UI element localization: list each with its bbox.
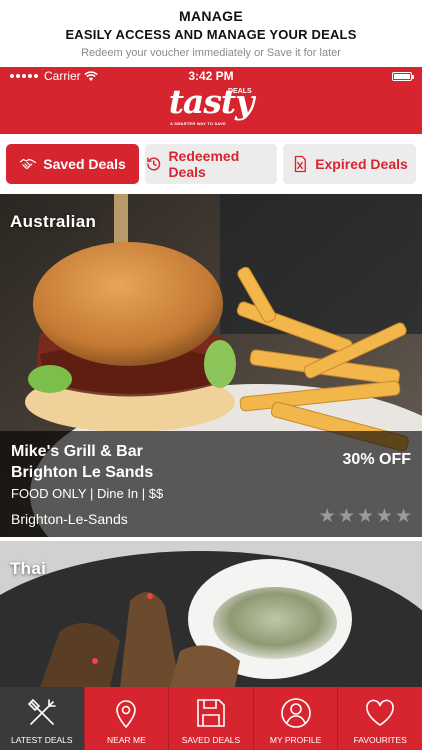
- nav-label: LATEST DEALS: [11, 735, 73, 745]
- tab-saved-deals[interactable]: Saved Deals: [6, 144, 139, 184]
- cuisine-label: Australian: [10, 212, 97, 231]
- tasty-deals-logo[interactable]: tasty DEALS A SMARTER WAY TO SAVE: [0, 85, 422, 127]
- promo-subheading: EASILY ACCESS AND MANAGE YOUR DEALS: [65, 27, 357, 42]
- nav-near-me[interactable]: NEAR ME: [83, 687, 169, 750]
- heart-icon: [366, 699, 394, 726]
- star-icon: ★: [375, 505, 393, 527]
- star-icon: ★: [318, 505, 336, 527]
- star-icon: ★: [394, 505, 412, 527]
- deal-location: Brighton-Le-Sands: [11, 511, 128, 527]
- expired-voucher-icon: [295, 155, 307, 173]
- app-header: Carrier 3:42 PM tasty DEALS A SMARTER WA…: [0, 67, 422, 134]
- tab-label: Expired Deals: [315, 156, 408, 172]
- nav-label: NEAR ME: [107, 735, 146, 745]
- clock: 3:42 PM: [188, 69, 234, 83]
- thai-dish-photo: [0, 541, 422, 687]
- restaurant-name: Mike's Grill & Bar Brighton Le Sands: [11, 441, 153, 483]
- tab-label: Redeemed Deals: [168, 148, 240, 180]
- location-pin-icon: [116, 700, 137, 729]
- nav-favourites[interactable]: FAVOURITES: [337, 687, 422, 750]
- logo-badge: DEALS: [228, 88, 252, 95]
- deal-status-tabs: Saved Deals Redeemed Deals Expired Deals: [6, 144, 416, 184]
- user-icon: [280, 698, 311, 728]
- bottom-navigation: LATEST DEALS NEAR ME SAVED DEALS MY PROF…: [0, 687, 422, 750]
- star-icon: ★: [337, 505, 355, 527]
- logo-tagline: A SMARTER WAY TO SAVE: [170, 121, 226, 126]
- deal-card[interactable]: Thai: [0, 541, 422, 687]
- deal-meta: FOOD ONLY | Dine In | $$: [11, 486, 164, 501]
- nav-saved-deals[interactable]: SAVED DEALS: [168, 687, 253, 750]
- restaurant-name-line2: Brighton Le Sands: [11, 464, 154, 481]
- tab-label: Saved Deals: [43, 156, 126, 172]
- star-rating: ★ ★ ★ ★ ★: [319, 507, 412, 526]
- star-icon: ★: [356, 505, 374, 527]
- deal-card[interactable]: Australian Mike's Grill & Bar Brighton L…: [0, 194, 422, 537]
- promo-heading: MANAGE: [178, 8, 244, 24]
- promo-description: Redeem your voucher immediately or Save …: [81, 47, 341, 59]
- tab-expired-deals[interactable]: Expired Deals: [283, 144, 416, 184]
- floppy-disk-icon: [197, 699, 225, 727]
- nav-label: FAVOURITES: [353, 735, 407, 745]
- history-icon: [147, 157, 161, 171]
- discount-badge: 30% OFF: [342, 451, 411, 468]
- battery-icon: [392, 72, 414, 81]
- nav-label: MY PROFILE: [269, 735, 322, 745]
- nav-latest-deals[interactable]: LATEST DEALS: [0, 687, 84, 750]
- deal-info-overlay: Mike's Grill & Bar Brighton Le Sands FOO…: [0, 431, 422, 537]
- restaurant-name-line1: Mike's Grill & Bar: [11, 443, 143, 460]
- handshake-icon: [20, 158, 37, 169]
- tab-redeemed-deals[interactable]: Redeemed Deals: [145, 144, 277, 184]
- nav-label: SAVED DEALS: [181, 735, 241, 745]
- fork-knife-icon: [27, 698, 56, 725]
- nav-my-profile[interactable]: MY PROFILE: [252, 687, 338, 750]
- cuisine-label: Thai: [10, 559, 47, 578]
- promo-caption: MANAGE EASILY ACCESS AND MANAGE YOUR DEA…: [0, 0, 422, 67]
